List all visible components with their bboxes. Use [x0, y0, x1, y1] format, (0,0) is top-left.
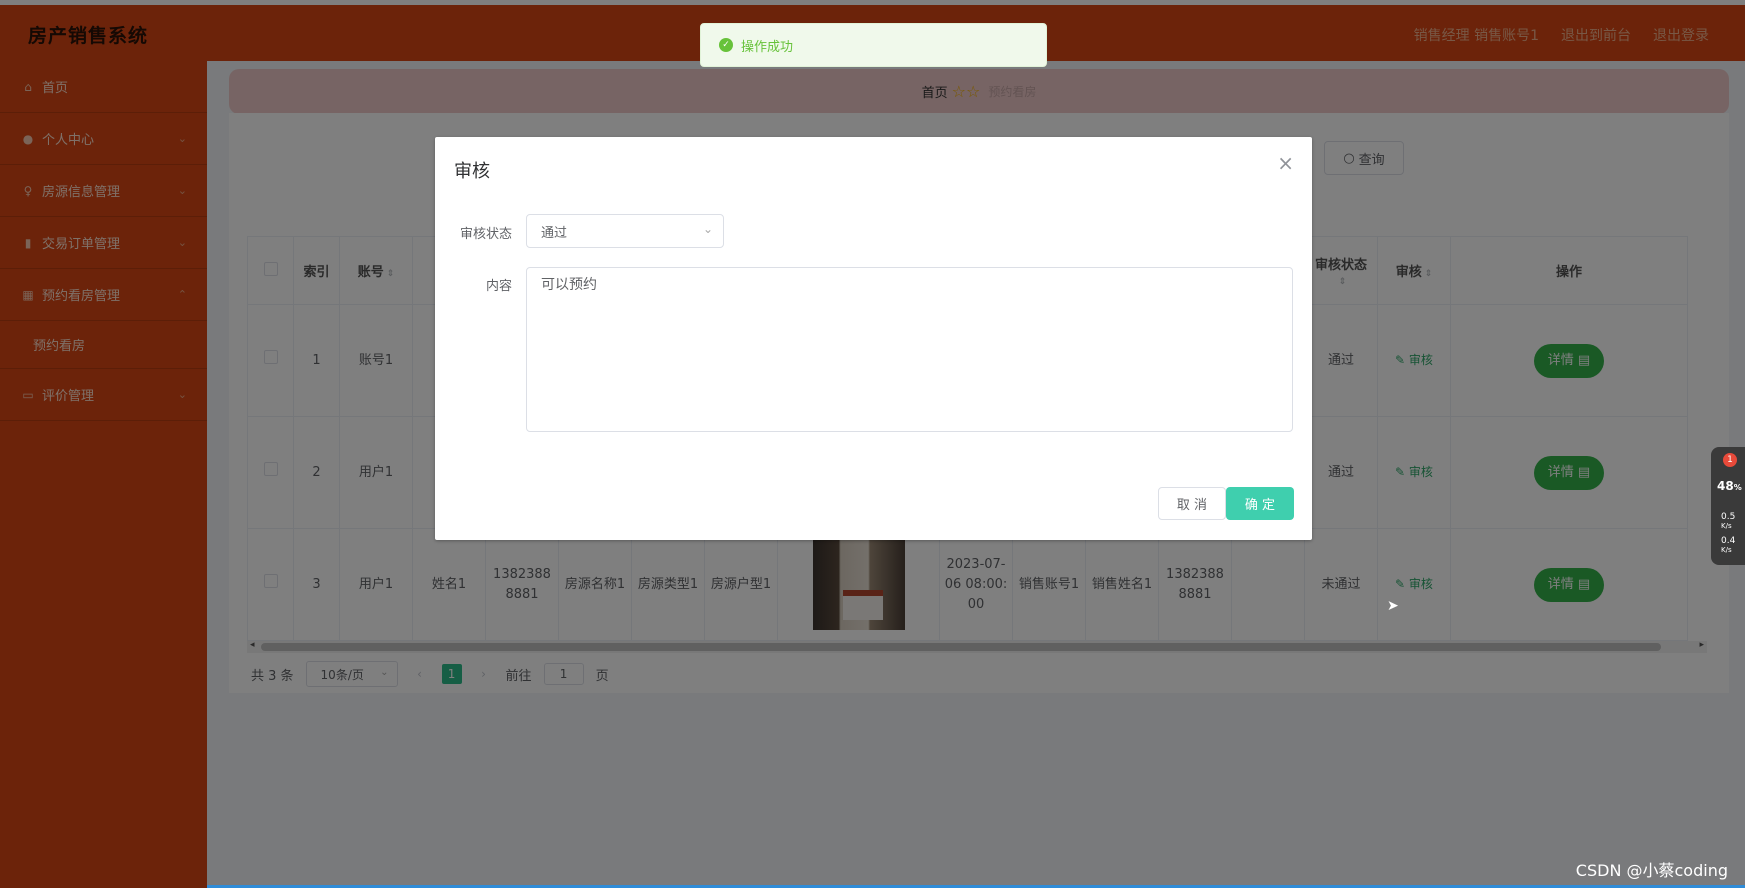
success-toast: ✓ 操作成功 — [700, 23, 1047, 67]
notification-badge: 1 — [1723, 453, 1737, 467]
content-textarea[interactable]: 可以预约 — [526, 267, 1293, 432]
watermark: CSDN @小蔡coding — [1575, 861, 1728, 880]
status-label: 审核状态 — [459, 227, 512, 242]
toast-message: 操作成功 — [741, 39, 794, 55]
check-circle-icon: ✓ — [719, 38, 733, 52]
mouse-cursor-icon: ➤ — [1387, 598, 1399, 614]
cancel-button[interactable]: 取 消 — [1158, 487, 1226, 520]
confirm-button[interactable]: 确 定 — [1226, 487, 1294, 520]
close-icon[interactable]: × — [1277, 151, 1294, 175]
content-label: 内容 — [485, 279, 512, 294]
status-select[interactable]: 通过 ⌄ — [526, 214, 724, 248]
upload-speed: 0.5 K/s — [1721, 512, 1736, 531]
dialog-title: 审核 — [454, 161, 490, 182]
chevron-down-icon: ⌄ — [702, 222, 713, 236]
download-speed: 0.4 K/s — [1721, 536, 1736, 555]
cpu-percent: 48% — [1717, 479, 1742, 493]
review-dialog: 审核 × 审核状态 通过 ⌄ 内容 可以预约 取 消 确 定 — [435, 137, 1312, 540]
system-monitor-widget[interactable]: 1 48% 0.5 K/s 0.4 K/s — [1711, 447, 1745, 565]
